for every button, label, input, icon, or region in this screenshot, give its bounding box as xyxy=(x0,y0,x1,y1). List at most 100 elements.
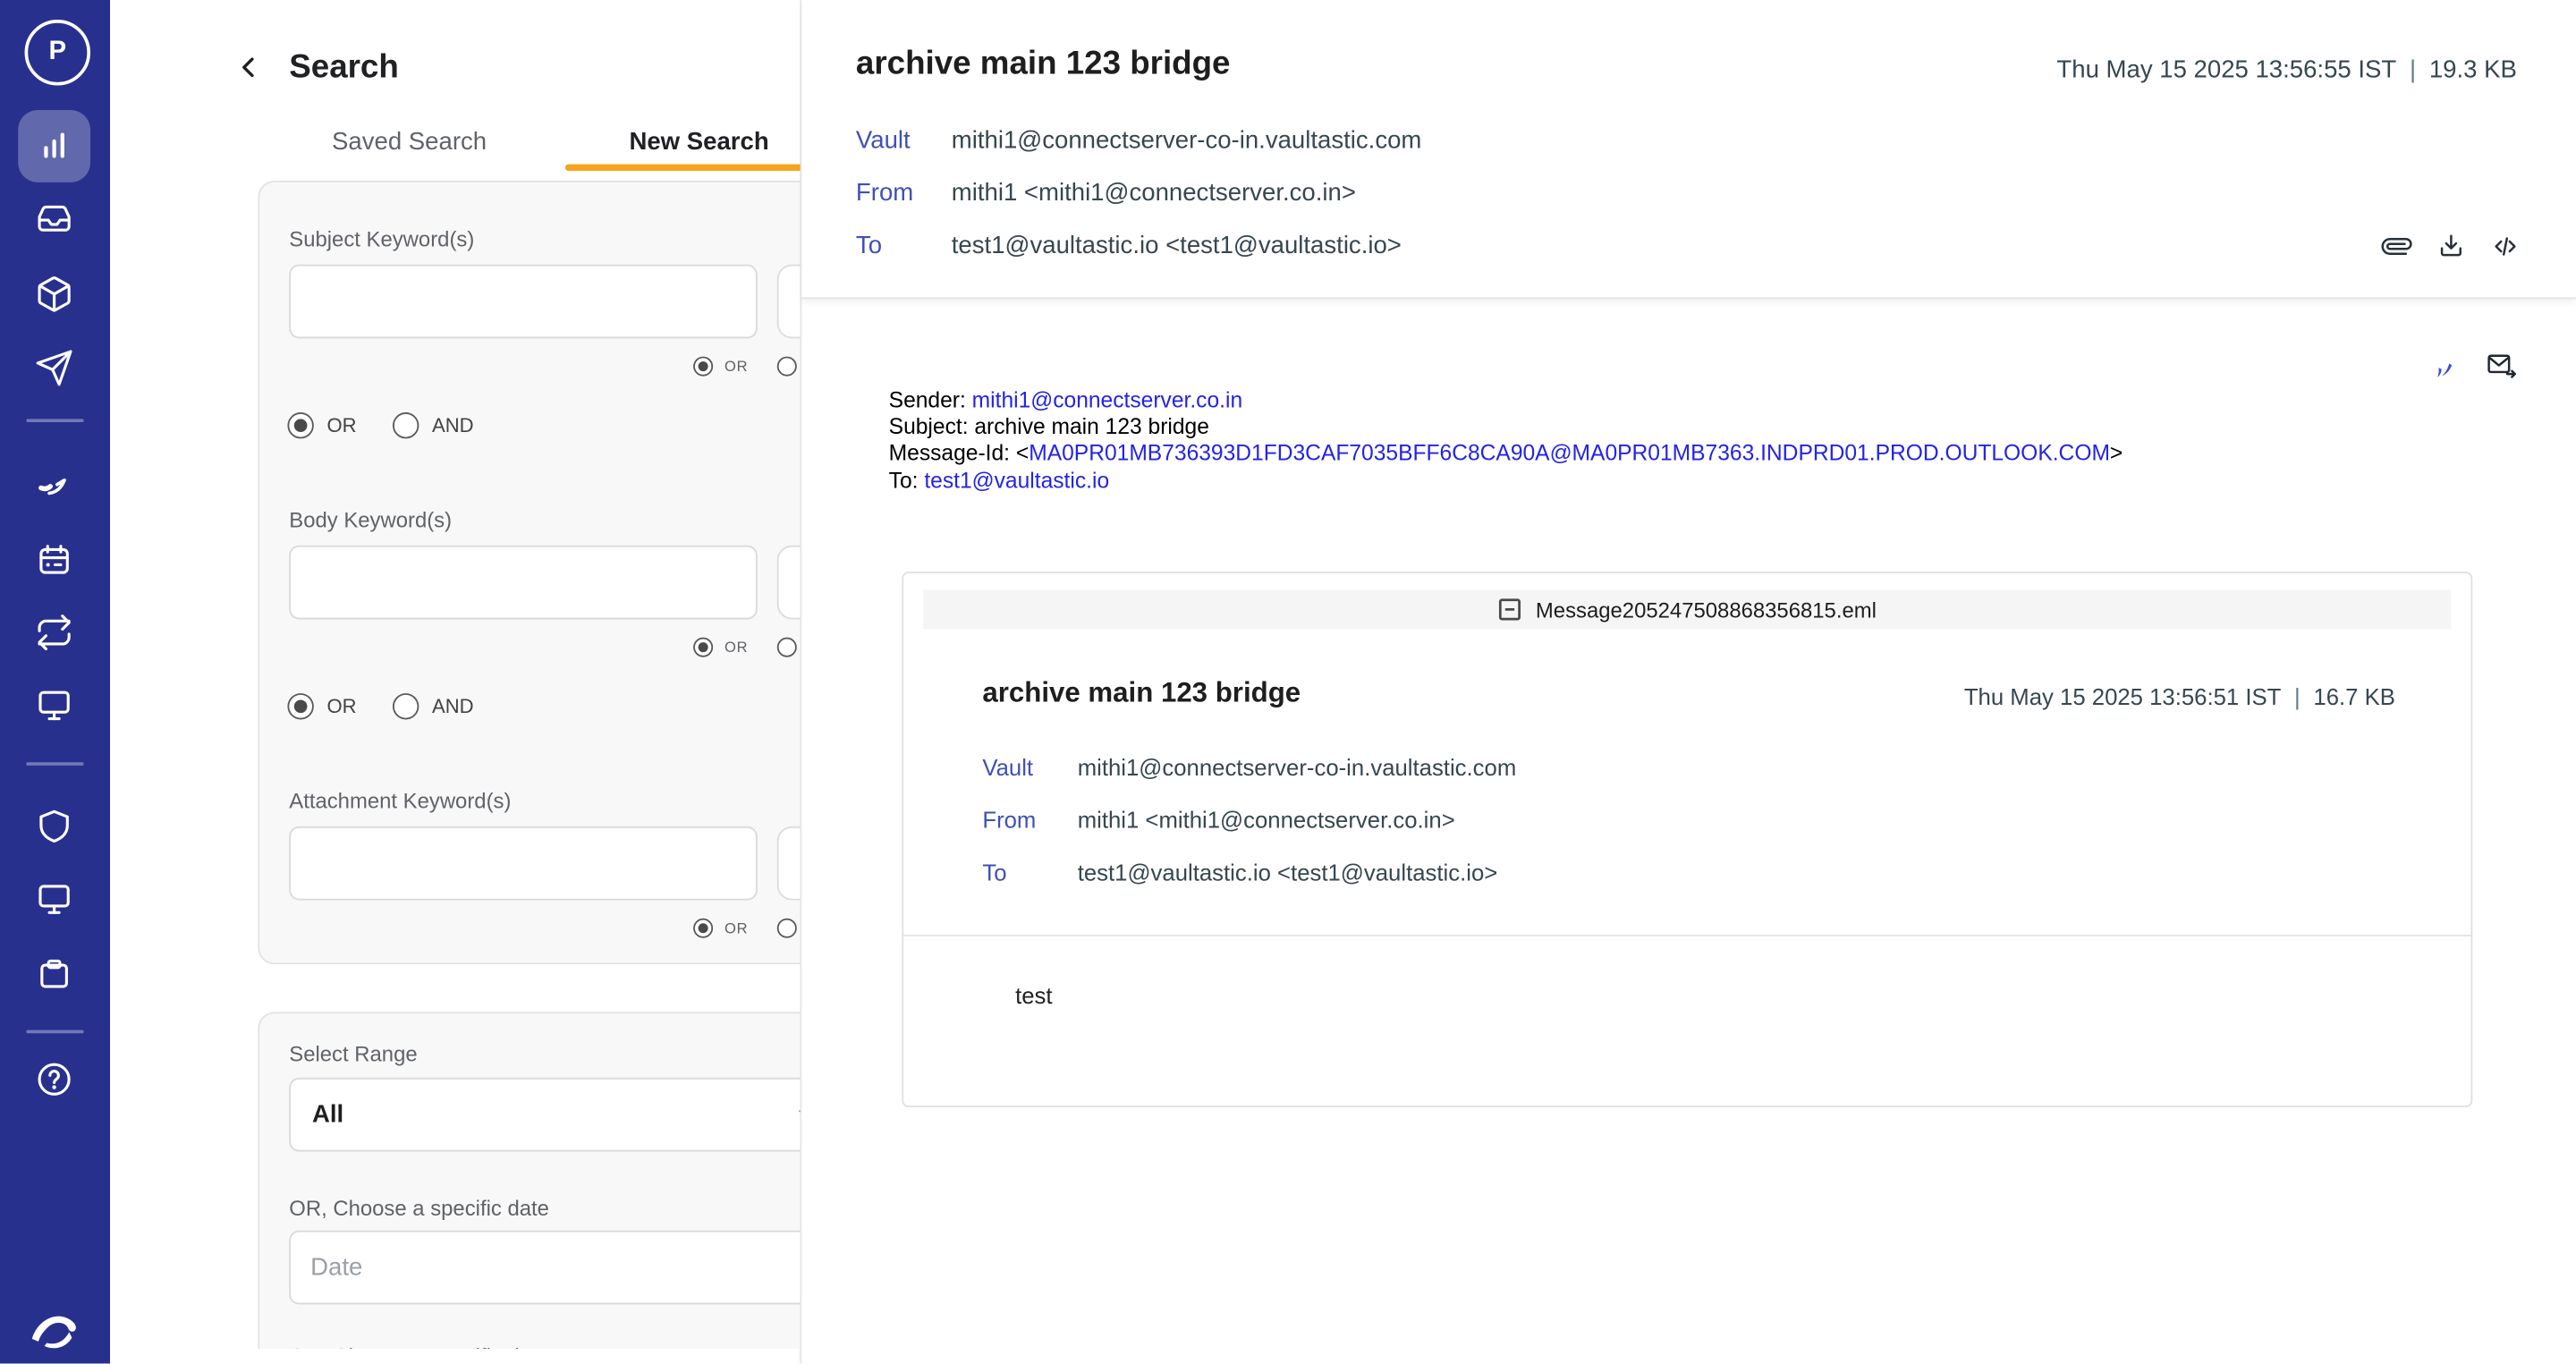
subject-keywords-input[interactable] xyxy=(289,265,757,339)
monitor-icon xyxy=(35,685,74,724)
raw-subject-line: Subject: archive main 123 bridge xyxy=(889,414,2123,441)
sidebar-item-help[interactable] xyxy=(35,1060,74,1099)
eml-body-text: test xyxy=(1015,982,1052,1008)
join1-and-label: AND xyxy=(432,414,474,437)
date-input[interactable] xyxy=(289,1231,839,1305)
sidebar-item-security[interactable] xyxy=(35,807,74,846)
range-selected-value: All xyxy=(312,1101,343,1129)
range-select[interactable]: All xyxy=(289,1078,839,1152)
message-header: archive main 123 bridge Thu May 15 2025 … xyxy=(801,0,2576,299)
sidebar-item-send[interactable] xyxy=(35,348,74,387)
sidebar-item-ediscovery[interactable] xyxy=(35,465,74,504)
page-title: Search xyxy=(289,49,399,87)
eml-from-value: mithi1 <mithi1@connectserver.co.in> xyxy=(1078,807,1455,833)
specific-date-label: OR, Choose a specific date xyxy=(289,1196,549,1221)
message-subject: archive main 123 bridge xyxy=(856,46,1231,83)
sidebar-divider xyxy=(26,419,83,422)
join2-and-radio[interactable] xyxy=(393,693,419,719)
sidebar: P xyxy=(0,0,110,1363)
shield-icon xyxy=(35,807,74,846)
join1-or-label: OR xyxy=(327,414,357,437)
sidebar-item-archive[interactable] xyxy=(35,275,74,314)
raw-sender-line: Sender: mithi1@connectserver.co.in xyxy=(889,387,2123,414)
attachment-or-label: OR xyxy=(724,920,748,936)
attachment-and-radio[interactable] xyxy=(777,919,797,938)
message-size: 19.3 KB xyxy=(2429,55,2517,83)
eml-vault-label: Vault xyxy=(982,754,1071,780)
from-value: mithi1 <mithi1@connectserver.co.in> xyxy=(952,179,1356,207)
body-keywords-label: Body Keyword(s) xyxy=(289,508,452,533)
sidebar-item-desktop[interactable] xyxy=(35,879,74,919)
body-and-radio[interactable] xyxy=(777,638,797,657)
forward-email-icon[interactable] xyxy=(2486,350,2517,381)
vault-value: mithi1@connectserver-co-in.vaultastic.co… xyxy=(952,126,1422,154)
avatar-initial: P xyxy=(48,38,66,67)
sender-link[interactable]: mithi1@connectserver.co.in xyxy=(972,387,1242,412)
attachment-keywords-input[interactable] xyxy=(289,826,757,901)
meta-separator: | xyxy=(2281,683,2313,709)
sidebar-item-dashboard[interactable] xyxy=(35,126,74,165)
keywords-card: Subject Keyword(s) OR AND OR AND xyxy=(258,181,877,964)
raw-messageid-line: Message-Id: <MA0PR01MB736393D1FD3CAF7035… xyxy=(889,441,2123,468)
code-icon[interactable] xyxy=(2490,232,2520,261)
swoosh-icon xyxy=(35,465,74,504)
avatar[interactable]: P xyxy=(25,20,90,85)
subject-and-radio[interactable] xyxy=(777,357,797,377)
message-meta: Thu May 15 2025 13:56:55 IST|19.3 KB xyxy=(2056,55,2516,83)
tab-new-search[interactable]: New Search xyxy=(629,128,768,156)
join2-or-radio[interactable] xyxy=(287,693,313,719)
search-panel: Search Saved Search New Search Subject K… xyxy=(110,0,801,1363)
meta-separator: | xyxy=(2396,55,2429,83)
attachment-icon[interactable] xyxy=(2376,225,2418,267)
join1-or-radio[interactable] xyxy=(287,412,313,438)
eml-attachment-card: Message205247508868356815.eml archive ma… xyxy=(902,572,2472,1107)
messageid-link[interactable]: MA0PR01MB736393D1FD3CAF7035BFF6C8CA90A@M… xyxy=(1029,441,2110,466)
sidebar-item-sync[interactable] xyxy=(35,613,74,652)
to-value: test1@vaultastic.io <test1@vaultastic.io… xyxy=(952,232,1402,259)
attachment-keywords-label: Attachment Keyword(s) xyxy=(289,789,511,814)
join2-or-label: OR xyxy=(327,695,357,718)
raw-to-line: To: test1@vaultastic.io xyxy=(889,468,2123,495)
spark-icon[interactable] xyxy=(2428,350,2460,381)
select-range-label: Select Range xyxy=(289,1041,417,1066)
join2-and-label: AND xyxy=(432,695,474,718)
download-icon[interactable] xyxy=(2436,232,2466,261)
sidebar-item-jobs[interactable] xyxy=(35,954,74,994)
subject-keywords-label: Subject Keyword(s) xyxy=(289,226,474,251)
subject-or-radio[interactable] xyxy=(693,357,713,377)
to-row: To test1@vaultastic.io <test1@vaultastic… xyxy=(856,232,1402,259)
sidebar-divider xyxy=(26,762,83,766)
clipboard-icon xyxy=(35,954,74,994)
join1-and-radio[interactable] xyxy=(393,412,419,438)
eml-vault-value: mithi1@connectserver-co-in.vaultastic.co… xyxy=(1078,754,1517,780)
subject-or-label: OR xyxy=(724,358,748,374)
eml-to-label: To xyxy=(982,860,1071,885)
eml-size: 16.7 KB xyxy=(2313,683,2395,709)
sidebar-item-calendar[interactable] xyxy=(35,540,74,580)
to-link[interactable]: test1@vaultastic.io xyxy=(924,468,1109,493)
repeat-icon xyxy=(35,613,74,652)
body-attachment-join-group: OR AND xyxy=(287,693,473,719)
sidebar-divider xyxy=(26,1030,83,1034)
vault-row: Vault mithi1@connectserver-co-in.vaultas… xyxy=(856,126,1421,154)
body-keywords-input[interactable] xyxy=(289,546,757,620)
from-row: From mithi1 <mithi1@connectserver.co.in> xyxy=(856,179,1356,207)
eml-divider xyxy=(903,935,2470,936)
from-label: From xyxy=(856,179,945,207)
help-icon xyxy=(35,1060,74,1099)
to-label: To xyxy=(856,232,945,259)
eml-collapse-header[interactable]: Message205247508868356815.eml xyxy=(923,589,2451,629)
body-or-radio[interactable] xyxy=(693,638,713,657)
eml-vault-row: Vault mithi1@connectserver-co-in.vaultas… xyxy=(982,754,1516,780)
desktop-icon xyxy=(35,879,74,919)
sidebar-item-inbox[interactable] xyxy=(35,199,74,238)
eml-from-label: From xyxy=(982,807,1071,833)
eml-subject: archive main 123 bridge xyxy=(982,677,1301,710)
sidebar-item-monitor[interactable] xyxy=(35,685,74,724)
message-date: Thu May 15 2025 13:56:55 IST xyxy=(2056,55,2396,83)
tab-saved-search[interactable]: Saved Search xyxy=(332,128,487,156)
attachment-or-radio[interactable] xyxy=(693,919,713,938)
message-actions xyxy=(2382,232,2520,261)
back-button[interactable] xyxy=(232,51,265,84)
body-actions xyxy=(2428,350,2517,381)
